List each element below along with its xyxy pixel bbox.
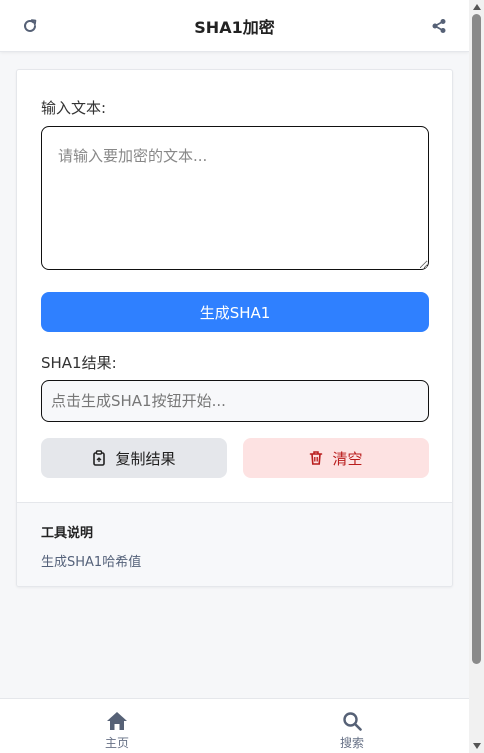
triangle-up-icon — [472, 4, 481, 10]
page-title: SHA1加密 — [194, 17, 275, 37]
tool-notes: 工具说明 生成SHA1哈希值 — [17, 502, 452, 586]
scrollbar-thumb[interactable] — [472, 14, 481, 664]
result-label: SHA1结果: — [41, 354, 117, 372]
nav-search[interactable]: 搜索 — [322, 711, 382, 751]
refresh-button[interactable] — [20, 16, 40, 36]
input-label: 输入文本: — [41, 99, 107, 117]
nav-home[interactable]: 主页 — [87, 711, 147, 751]
generate-sha1-button[interactable]: 生成SHA1 — [41, 292, 429, 332]
triangle-down-icon — [472, 743, 481, 749]
scroll-up-button[interactable] — [469, 0, 484, 14]
notes-description: 生成SHA1哈希值 — [41, 555, 142, 570]
header: SHA1加密 — [0, 0, 469, 52]
copy-result-button[interactable]: 复制结果 — [41, 438, 227, 478]
nav-home-label: 主页 — [104, 736, 129, 750]
share-button[interactable] — [429, 16, 449, 36]
tool-card: 输入文本: 生成SHA1 SHA1结果: 复制结果 清空 工具说明 生成S — [16, 69, 453, 587]
refresh-icon — [24, 19, 37, 32]
share-icon — [432, 19, 446, 33]
app: SHA1加密 输入文本: 生成SHA1 SHA1结果: 复制结果 — [0, 0, 469, 753]
clear-button[interactable]: 清空 — [243, 438, 429, 478]
text-input[interactable] — [41, 126, 429, 270]
trash-icon — [310, 451, 323, 465]
bottom-nav: 主页 搜索 — [0, 698, 469, 753]
notes-title: 工具说明 — [41, 526, 94, 541]
nav-search-label: 搜索 — [339, 736, 364, 750]
clear-label: 清空 — [332, 449, 363, 468]
result-field[interactable] — [41, 380, 429, 422]
scrollbar[interactable] — [469, 0, 484, 753]
scroll-down-button[interactable] — [469, 739, 484, 753]
copy-result-label: 复制结果 — [115, 449, 176, 468]
home-icon — [107, 712, 127, 730]
clipboard-icon — [93, 450, 106, 466]
search-icon — [343, 712, 362, 731]
